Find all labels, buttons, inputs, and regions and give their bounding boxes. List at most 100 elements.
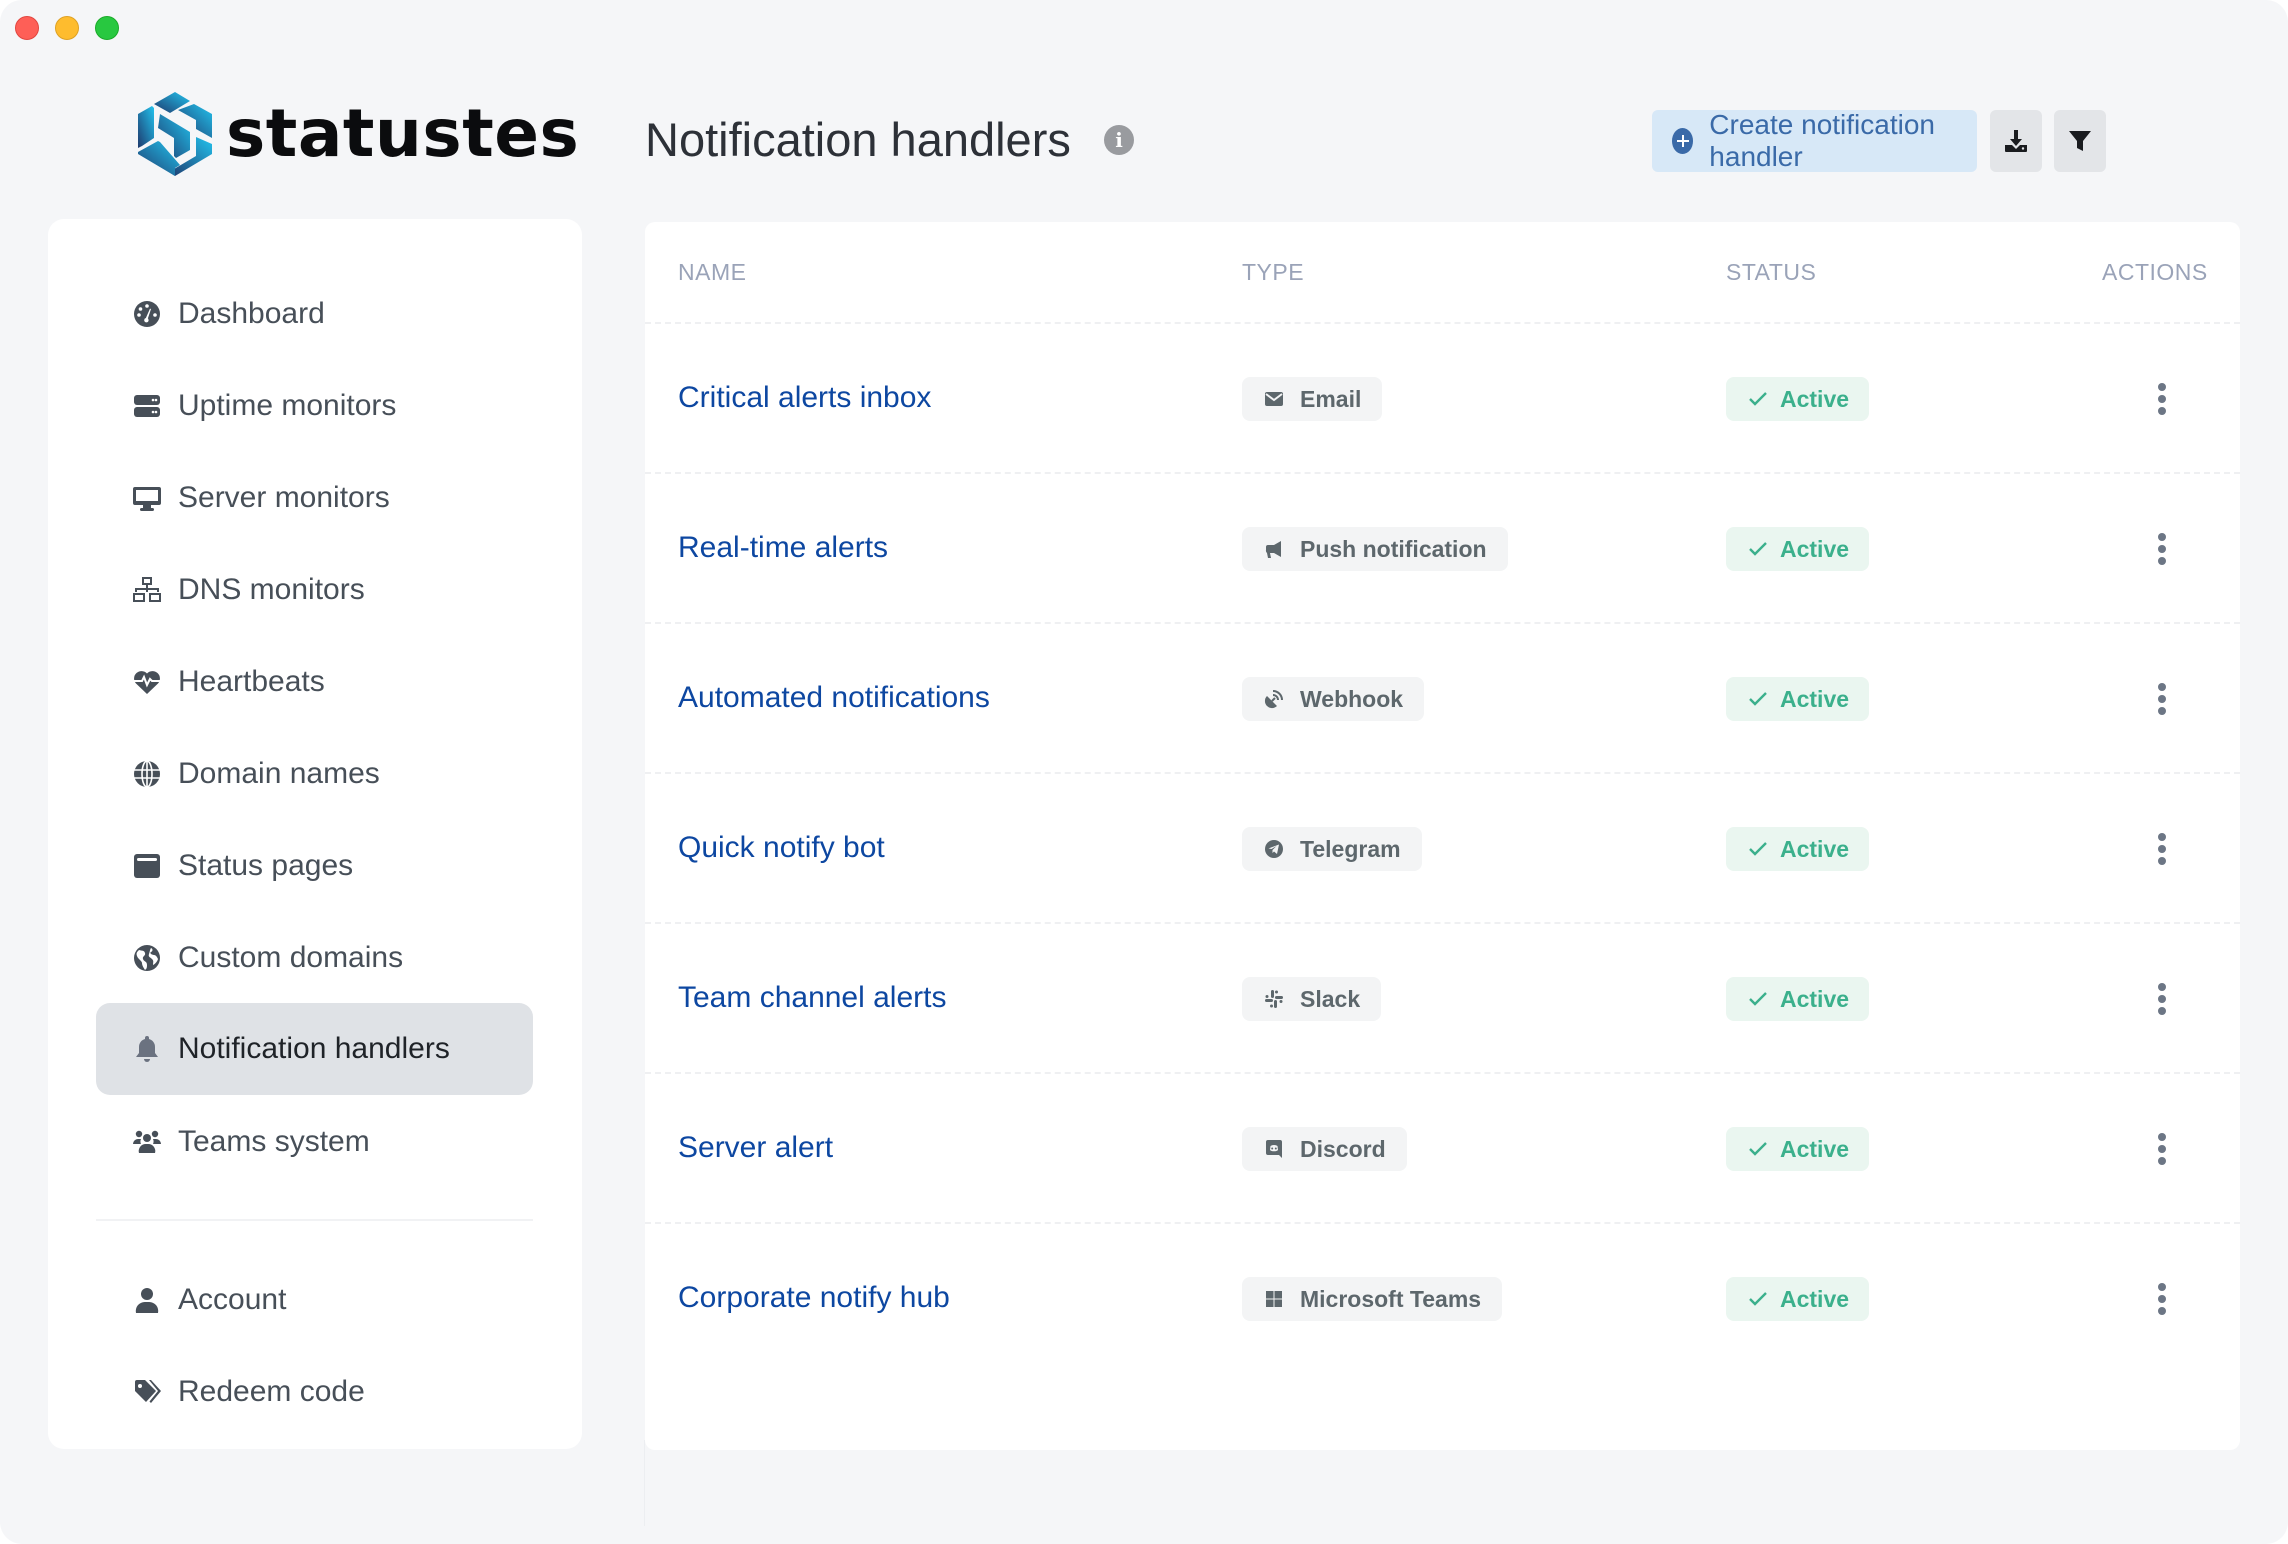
create-notification-handler-button[interactable]: Create notification handler (1652, 109, 1977, 172)
sidebar: Dashboard Uptime monitors Server monitor… (48, 219, 582, 1449)
filter-button[interactable] (2054, 110, 2106, 172)
type-label: Telegram (1300, 835, 1401, 862)
row-actions-menu-icon[interactable] (2150, 525, 2174, 573)
status-label: Active (1780, 985, 1850, 1012)
sidebar-item-dns-monitors[interactable]: DNS monitors (96, 544, 533, 636)
row-actions-menu-icon[interactable] (2150, 1275, 2174, 1323)
sidebar-item-label: Redeem code (178, 1375, 365, 1408)
status-label: Active (1780, 1285, 1850, 1312)
type-label: Email (1300, 385, 1362, 412)
status-label: Active (1780, 835, 1850, 862)
status-badge: Active (1726, 1127, 1870, 1171)
tags-icon (130, 1375, 164, 1409)
column-header-type[interactable]: TYPE (1242, 258, 1304, 286)
envelope-icon (1265, 392, 1283, 406)
plus-circle-icon (1672, 128, 1694, 154)
heart-pulse-icon (130, 665, 164, 699)
sidebar-item-label: Notification handlers (178, 1032, 450, 1065)
status-label: Active (1780, 385, 1850, 412)
sidebar-item-uptime-monitors[interactable]: Uptime monitors (96, 360, 533, 452)
sidebar-item-dashboard[interactable]: Dashboard (96, 268, 533, 360)
sidebar-item-notification-handlers[interactable]: Notification handlers (96, 1003, 533, 1095)
sidebar-item-account[interactable]: Account (96, 1254, 533, 1346)
telegram-icon (1265, 840, 1283, 858)
sidebar-item-heartbeats[interactable]: Heartbeats (96, 636, 533, 728)
check-icon (1749, 1292, 1767, 1306)
sidebar-item-label: Uptime monitors (178, 389, 397, 422)
table-row: Server alert Discord Active (645, 1073, 2240, 1223)
sidebar-item-label: Teams system (178, 1125, 370, 1158)
table-row: Critical alerts inbox Email Active (645, 323, 2240, 473)
status-badge: Active (1726, 527, 1870, 571)
sidebar-item-redeem-code[interactable]: Redeem code (96, 1346, 533, 1438)
window-controls (15, 16, 119, 40)
handler-name-link[interactable]: Real-time alerts (678, 529, 888, 567)
scroll-edge (644, 1440, 645, 1526)
type-label: Discord (1300, 1135, 1386, 1162)
table-row: Automated notifications Webhook Active (645, 623, 2240, 773)
column-header-name[interactable]: NAME (678, 258, 746, 286)
handler-name-link[interactable]: Team channel alerts (678, 979, 946, 1017)
type-label: Webhook (1300, 685, 1404, 712)
windows-icon (1266, 1291, 1282, 1307)
discord-icon (1266, 1140, 1282, 1158)
app-window: statustes Dashboard Uptime monitors Serv… (0, 0, 2288, 1544)
row-actions-menu-icon[interactable] (2150, 1125, 2174, 1173)
brand-name: statustes (226, 95, 580, 172)
sidebar-item-label: Status pages (178, 849, 354, 882)
close-window-button[interactable] (15, 16, 39, 40)
minimize-window-button[interactable] (55, 16, 79, 40)
sidebar-item-teams-system[interactable]: Teams system (96, 1096, 533, 1188)
sidebar-item-custom-domains[interactable]: Custom domains (96, 912, 533, 1004)
gauge-icon (130, 297, 164, 331)
sidebar-item-label: Domain names (178, 757, 380, 790)
sidebar-item-status-pages[interactable]: Status pages (96, 820, 533, 912)
brand[interactable]: statustes (138, 92, 579, 176)
row-actions-menu-icon[interactable] (2150, 675, 2174, 723)
row-actions-menu-icon[interactable] (2150, 825, 2174, 873)
table-row: Quick notify bot Telegram Active (645, 773, 2240, 923)
handler-name-link[interactable]: Server alert (678, 1129, 833, 1167)
network-icon (130, 573, 164, 607)
sidebar-item-server-monitors[interactable]: Server monitors (96, 452, 533, 544)
logo-icon (138, 92, 212, 176)
type-badge: Microsoft Teams (1242, 1277, 1503, 1321)
user-icon (130, 1283, 164, 1317)
type-badge: Discord (1242, 1127, 1407, 1171)
filter-icon (2069, 131, 2091, 151)
handler-name-link[interactable]: Automated notifications (678, 679, 990, 717)
type-badge: Push notification (1242, 527, 1508, 571)
sidebar-item-label: Dashboard (178, 297, 325, 330)
row-actions-menu-icon[interactable] (2150, 375, 2174, 423)
window-icon (130, 849, 164, 883)
megaphone-icon (1265, 541, 1281, 558)
earth-icon (130, 941, 164, 975)
server-icon (130, 389, 164, 423)
status-label: Active (1780, 535, 1850, 562)
users-icon (130, 1125, 164, 1159)
sidebar-divider (96, 1219, 533, 1221)
status-label: Active (1780, 1135, 1850, 1162)
status-badge: Active (1726, 677, 1870, 721)
create-button-label: Create notification handler (1709, 109, 1935, 172)
type-label: Microsoft Teams (1300, 1285, 1482, 1312)
page-title: Notification handlers (645, 113, 1071, 166)
handler-name-link[interactable]: Quick notify bot (678, 829, 885, 867)
status-badge: Active (1726, 977, 1870, 1021)
column-header-actions: ACTIONS (2102, 259, 2208, 285)
row-actions-menu-icon[interactable] (2150, 975, 2174, 1023)
download-button[interactable] (1990, 110, 2042, 172)
handler-name-link[interactable]: Critical alerts inbox (678, 379, 931, 417)
table-row: Corporate notify hub Microsoft Teams Act… (645, 1223, 2240, 1373)
check-icon (1749, 392, 1767, 406)
table-row: Real-time alerts Push notification Activ… (645, 473, 2240, 623)
zoom-window-button[interactable] (95, 16, 119, 40)
sidebar-item-domain-names[interactable]: Domain names (96, 728, 533, 820)
column-header-status[interactable]: STATUS (1726, 258, 1816, 286)
handler-name-link[interactable]: Corporate notify hub (678, 1279, 950, 1317)
status-badge: Active (1726, 827, 1870, 871)
download-icon (2005, 130, 2027, 152)
type-label: Slack (1300, 985, 1361, 1012)
sidebar-item-label: Server monitors (178, 481, 390, 514)
info-icon[interactable]: i (1104, 125, 1134, 155)
